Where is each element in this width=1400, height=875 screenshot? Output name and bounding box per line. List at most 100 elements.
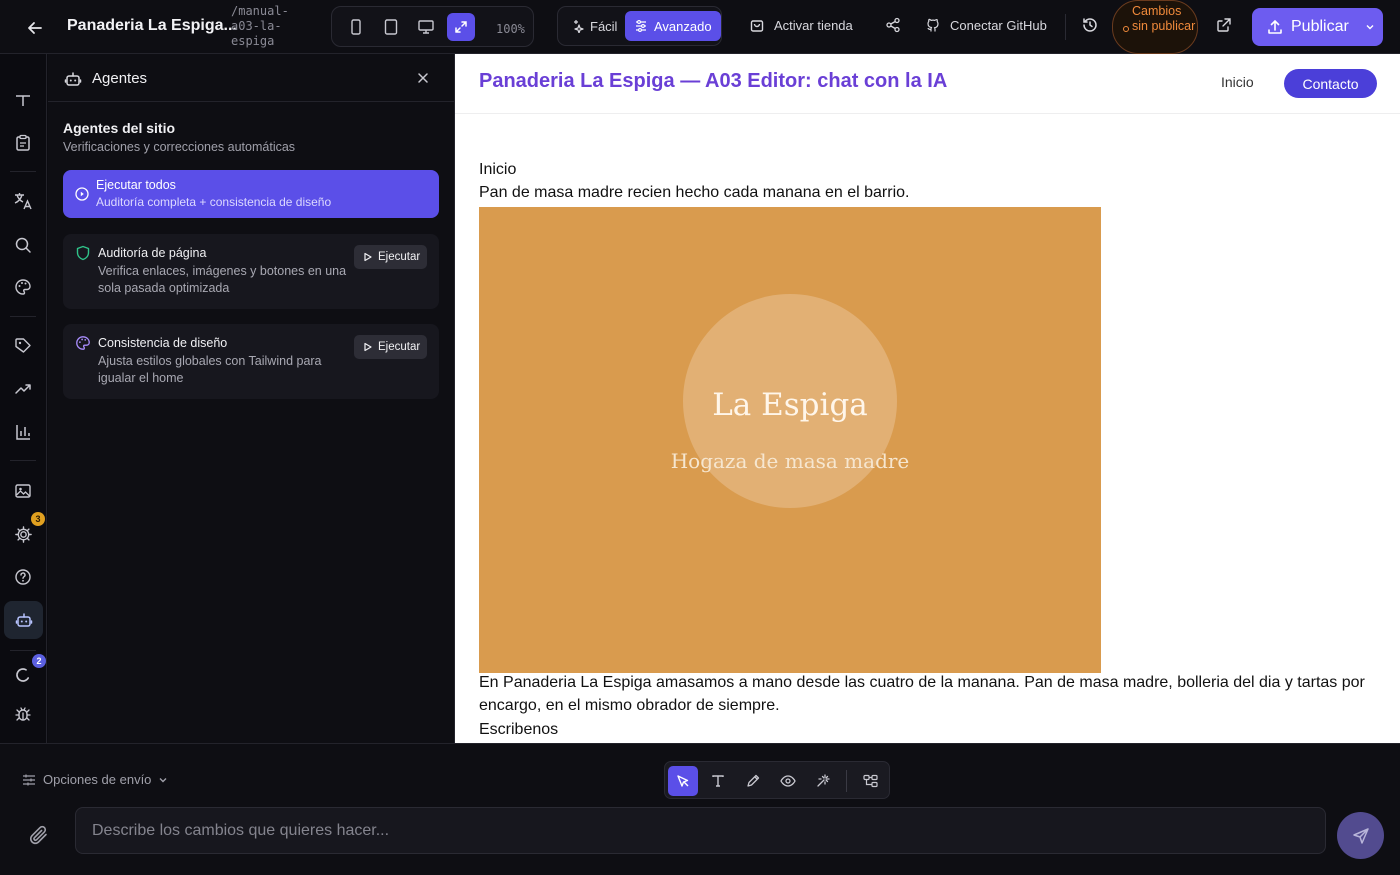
toolbar-divider bbox=[1065, 14, 1066, 40]
tablet-view-button[interactable] bbox=[377, 13, 405, 41]
paperclip-icon bbox=[29, 825, 47, 845]
arrow-left-icon bbox=[28, 22, 42, 34]
mobile-view-button[interactable] bbox=[342, 13, 370, 41]
text-tool[interactable] bbox=[703, 766, 733, 796]
trending-up-icon bbox=[15, 384, 31, 394]
rail-item-clipboard[interactable] bbox=[11, 131, 35, 155]
run-all-button[interactable]: Ejecutar todos Auditoría completa + cons… bbox=[63, 170, 439, 218]
site-title[interactable]: Panaderia La Espiga — A03 Editor: chat c… bbox=[479, 70, 947, 93]
unpublished-label: Cambios sin publicar bbox=[1132, 4, 1196, 33]
project-slug: /manual-a03-la-espiga bbox=[231, 4, 289, 48]
advanced-mode-button[interactable]: Avanzado bbox=[625, 11, 721, 41]
section-title: Agentes del sitio bbox=[63, 120, 176, 136]
send-icon bbox=[1352, 827, 1369, 844]
section-label: Inicio bbox=[479, 161, 517, 178]
draw-tool[interactable] bbox=[738, 766, 768, 796]
preview-tool[interactable] bbox=[773, 766, 803, 796]
prompt-input-wrapper bbox=[75, 807, 1326, 854]
site-nav-contact[interactable]: Contacto bbox=[1284, 69, 1377, 98]
rail-item-theme[interactable] bbox=[11, 275, 35, 299]
rail-item-search[interactable] bbox=[11, 233, 35, 257]
loader-icon bbox=[16, 668, 30, 682]
run-label: Ejecutar bbox=[378, 341, 421, 353]
rail-item-settings[interactable]: 3 bbox=[11, 512, 45, 546]
run-page-audit-button[interactable]: Ejecutar bbox=[354, 245, 427, 269]
attach-button[interactable] bbox=[28, 824, 52, 848]
desktop-view-button[interactable] bbox=[412, 13, 440, 41]
send-options-button[interactable]: Opciones de envío bbox=[22, 772, 168, 787]
back-button[interactable] bbox=[22, 15, 48, 41]
connect-github-button[interactable]: Conectar GitHub bbox=[925, 17, 1047, 33]
site-header: Panaderia La Espiga — A03 Editor: chat c… bbox=[455, 54, 1400, 114]
section-subtitle: Verificaciones y correcciones automática… bbox=[63, 140, 296, 154]
rail-item-media[interactable] bbox=[11, 479, 35, 503]
rail-item-trends[interactable] bbox=[11, 377, 35, 401]
site-preview: Panaderia La Espiga — A03 Editor: chat c… bbox=[455, 54, 1400, 743]
run-label: Ejecutar bbox=[378, 251, 421, 263]
rail-item-agents[interactable] bbox=[4, 601, 43, 639]
search-icon bbox=[15, 237, 31, 253]
unpublished-changes-badge[interactable]: Cambios sin publicar bbox=[1112, 0, 1198, 54]
translate-icon bbox=[14, 193, 32, 210]
fullscreen-view-button[interactable] bbox=[447, 13, 475, 41]
cursor-icon bbox=[677, 775, 689, 787]
hero-heading: La Espiga bbox=[712, 387, 868, 423]
activate-store-button[interactable]: Activar tienda bbox=[749, 17, 853, 33]
close-panel-button[interactable] bbox=[416, 71, 432, 87]
history-button[interactable] bbox=[1081, 16, 1099, 34]
clipboard-icon bbox=[16, 134, 30, 151]
run-design-consistency-button[interactable]: Ejecutar bbox=[354, 335, 427, 359]
mode-switcher: Fácil Avanzado bbox=[557, 6, 722, 46]
rail-item-tags[interactable] bbox=[11, 334, 35, 358]
prompt-input[interactable] bbox=[92, 821, 1309, 840]
rail-item-debug[interactable] bbox=[11, 702, 35, 726]
send-button[interactable] bbox=[1337, 812, 1384, 859]
gear-icon bbox=[14, 525, 32, 543]
rail-separator bbox=[10, 650, 36, 651]
eye-icon bbox=[780, 775, 796, 787]
rail-item-tasks[interactable]: 2 bbox=[11, 654, 46, 687]
phone-icon bbox=[351, 19, 361, 35]
agent-title: Consistencia de diseño bbox=[98, 336, 228, 350]
layout-icon bbox=[16, 95, 30, 106]
toolbar-divider bbox=[846, 770, 847, 792]
site-nav-home[interactable]: Inicio bbox=[1221, 74, 1254, 90]
run-all-subtitle: Auditoría completa + consistencia de dis… bbox=[96, 195, 332, 209]
structure-tool[interactable] bbox=[855, 766, 885, 796]
external-link-icon bbox=[1217, 18, 1231, 32]
status-dot bbox=[1123, 26, 1129, 32]
rail-item-analytics[interactable] bbox=[11, 420, 35, 444]
sliders-icon bbox=[23, 774, 35, 785]
rail-item-translate[interactable] bbox=[11, 189, 35, 213]
agent-description: Ajusta estilos globales con Tailwind par… bbox=[98, 354, 322, 385]
pencil-icon bbox=[747, 774, 760, 787]
select-tool[interactable] bbox=[668, 766, 698, 796]
rail-item-pages[interactable] bbox=[11, 94, 35, 108]
share-button[interactable] bbox=[885, 17, 901, 33]
play-icon bbox=[364, 252, 372, 262]
easy-mode-button[interactable]: Fácil bbox=[561, 11, 626, 41]
palette-icon bbox=[76, 336, 90, 350]
bot-icon bbox=[64, 72, 82, 86]
site-tagline: Pan de masa madre recien hecho cada mana… bbox=[479, 184, 910, 201]
bar-chart-icon bbox=[16, 425, 30, 440]
agents-panel: Agentes Agentes del sitio Verificaciones… bbox=[48, 54, 455, 743]
chevron-down-icon bbox=[159, 777, 167, 782]
left-icon-rail: 3 2 bbox=[0, 54, 47, 743]
shopping-bag-icon bbox=[750, 20, 764, 32]
agent-title: Auditoría de página bbox=[98, 246, 207, 260]
magic-wand-icon bbox=[817, 774, 830, 787]
publish-button[interactable]: Publicar bbox=[1252, 8, 1383, 46]
hero-image[interactable]: La Espiga Hogaza de masa madre bbox=[479, 207, 1101, 673]
edit-toolbar bbox=[664, 761, 890, 799]
close-icon bbox=[418, 73, 428, 83]
magic-tool[interactable] bbox=[808, 766, 838, 796]
monitor-icon bbox=[418, 20, 434, 34]
tablet-icon bbox=[384, 19, 398, 35]
open-site-button[interactable] bbox=[1216, 17, 1232, 33]
zoom-level: 100% bbox=[496, 22, 525, 36]
rail-item-help[interactable] bbox=[11, 565, 35, 589]
run-all-title: Ejecutar todos bbox=[96, 178, 176, 192]
agent-card-page-audit: Auditoría de página Verifica enlaces, im… bbox=[63, 234, 439, 309]
chevron-down-icon bbox=[1366, 25, 1374, 30]
